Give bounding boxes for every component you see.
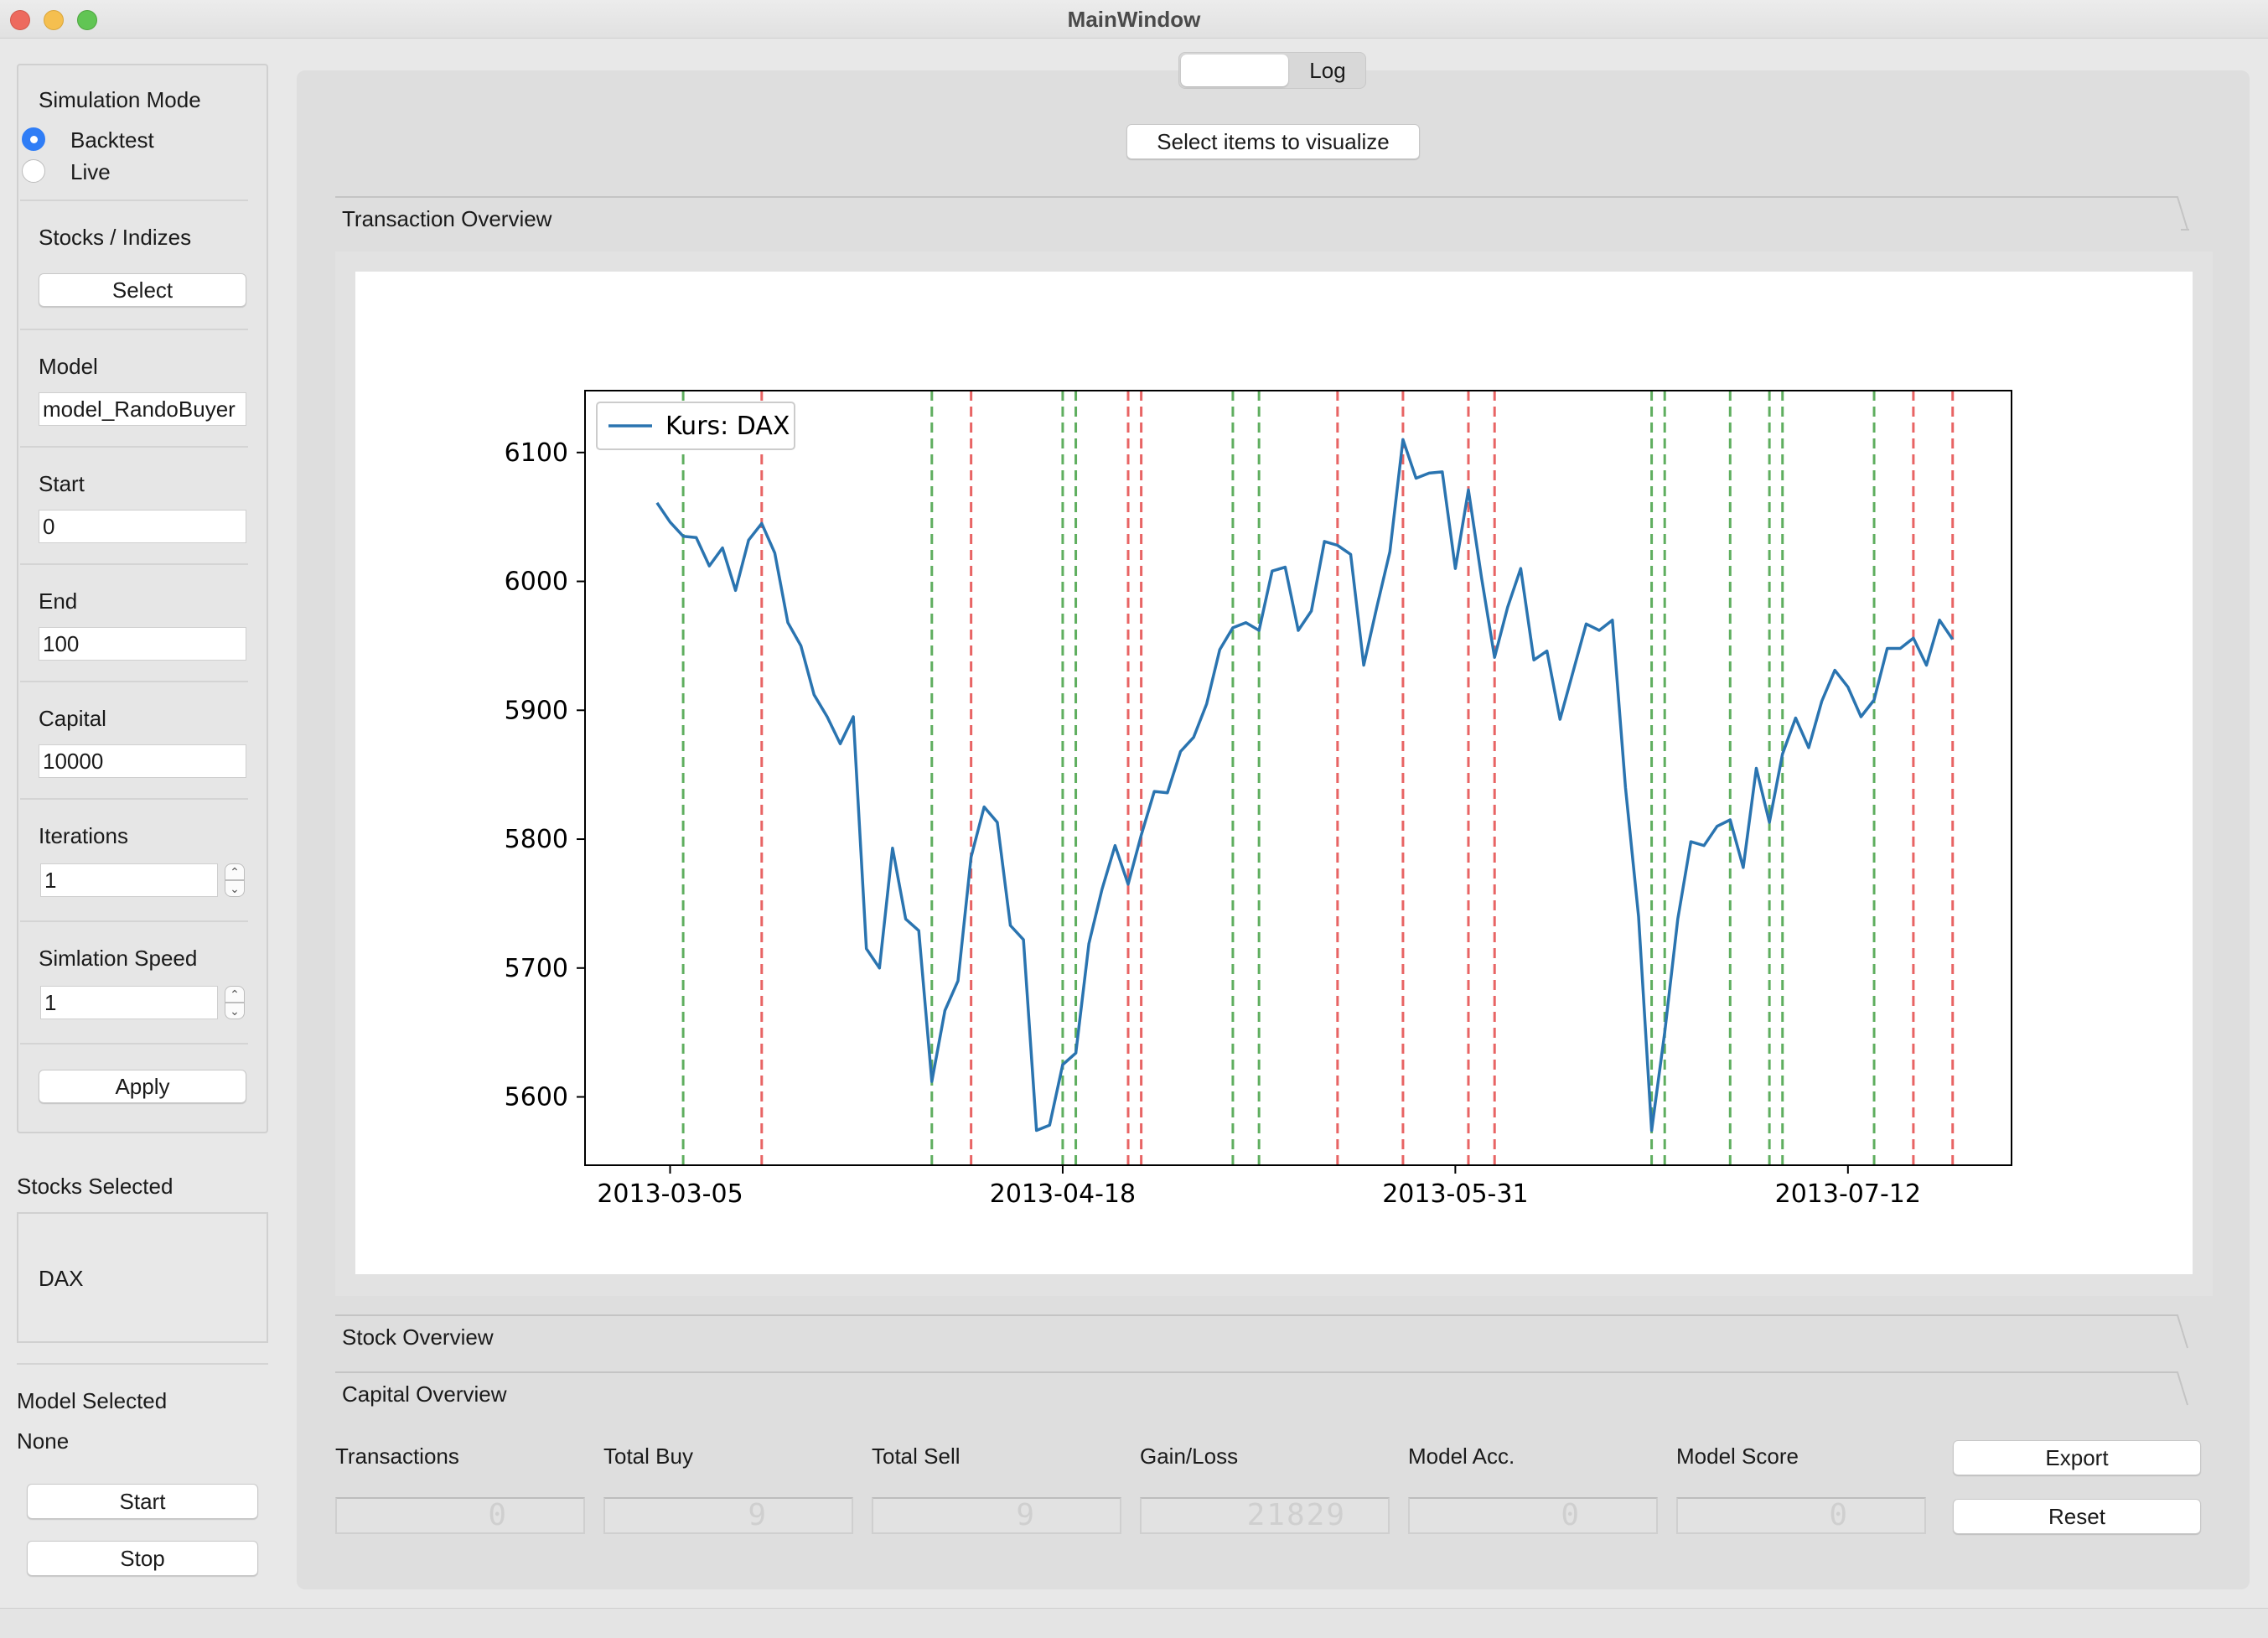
tab-active[interactable]	[1181, 54, 1288, 86]
y-tick-label: 6100	[505, 438, 568, 468]
title-bar: MainWindow	[0, 0, 2268, 39]
total-sell-label: Total Sell	[872, 1444, 961, 1469]
divider	[335, 1314, 2149, 1316]
list-item[interactable]: DAX	[39, 1266, 83, 1292]
model-selected-value: None	[17, 1428, 70, 1454]
chevron-down-icon[interactable]: ⌄	[225, 1003, 245, 1019]
section-corner	[2147, 196, 2189, 231]
chevron-up-icon[interactable]: ⌃	[225, 863, 245, 880]
iterations-field[interactable]: 1	[40, 863, 218, 897]
y-tick-label: 5800	[505, 825, 568, 854]
start-simulation-button[interactable]: Start	[27, 1484, 258, 1519]
section-corner	[2147, 1314, 2188, 1349]
reset-button[interactable]: Reset	[1953, 1499, 2201, 1534]
start-field[interactable]: 0	[39, 510, 246, 543]
simulation-mode-label: Simulation Mode	[39, 87, 201, 112]
model-score-display: 0	[1676, 1497, 1926, 1534]
transactions-label: Transactions	[335, 1444, 459, 1469]
y-tick-label: 5900	[505, 696, 568, 725]
model-score-label: Model Score	[1676, 1444, 1799, 1469]
x-tick-label: 2013-07-12	[1775, 1179, 1921, 1209]
start-label: Start	[39, 471, 85, 496]
divider	[335, 1371, 2149, 1373]
transaction-overview-header[interactable]: Transaction Overview	[335, 196, 2213, 235]
tab-log[interactable]: Log	[1290, 53, 1365, 88]
stock-overview-title: Stock Overview	[342, 1324, 494, 1350]
total-buy-display: 9	[603, 1497, 853, 1534]
gain-loss-label: Gain/Loss	[1140, 1444, 1239, 1469]
stock-overview-header[interactable]: Stock Overview	[335, 1314, 2213, 1353]
capital-field[interactable]: 10000	[39, 744, 246, 778]
status-bar	[0, 1608, 2268, 1638]
x-tick-label: 2013-04-18	[990, 1179, 1136, 1209]
total-buy-label: Total Buy	[603, 1444, 693, 1469]
divider	[20, 681, 248, 682]
iterations-stepper[interactable]: ⌃ ⌄	[225, 863, 245, 899]
section-corner	[2147, 1371, 2188, 1406]
stocks-selected-list[interactable]: DAX	[17, 1212, 268, 1343]
model-label: Model	[39, 354, 98, 379]
divider	[17, 1363, 268, 1365]
divider	[20, 563, 248, 565]
divider	[20, 200, 248, 201]
backtest-radio-label[interactable]: Backtest	[70, 127, 154, 153]
capital-label: Capital	[39, 706, 106, 731]
chevron-down-icon[interactable]: ⌄	[225, 880, 245, 897]
chart-canvas: 5600 5700 5800 5900 6000 6100 2013-03-05 2013-0…	[355, 272, 2193, 1274]
end-label: End	[39, 588, 78, 614]
iterations-label: Iterations	[39, 823, 128, 848]
export-button[interactable]: Export	[1953, 1440, 2201, 1475]
stop-simulation-button[interactable]: Stop	[27, 1541, 258, 1576]
y-tick-label: 5600	[505, 1083, 568, 1112]
divider	[335, 196, 2149, 198]
legend-label: Kurs: DAX	[665, 412, 790, 441]
divider	[20, 329, 248, 330]
apply-button[interactable]: Apply	[39, 1070, 246, 1103]
capital-overview-title: Capital Overview	[342, 1381, 507, 1407]
simulation-speed-field[interactable]: 1	[40, 986, 218, 1019]
transactions-display: 0	[335, 1497, 585, 1534]
backtest-radio[interactable]	[22, 127, 45, 151]
transaction-overview-title: Transaction Overview	[342, 206, 552, 231]
chevron-up-icon[interactable]: ⌃	[225, 986, 245, 1003]
stocks-label: Stocks / Indizes	[39, 225, 192, 250]
transaction-chart: 5600 5700 5800 5900 6000 6100 2013-03-05 2013-0…	[505, 390, 2012, 1209]
y-tick-label: 6000	[505, 568, 568, 597]
divider	[20, 446, 248, 448]
simulation-speed-label: Simlation Speed	[39, 946, 198, 971]
total-sell-display: 9	[872, 1497, 1121, 1534]
model-acc-label: Model Acc.	[1408, 1444, 1515, 1469]
divider	[20, 1043, 248, 1044]
live-radio-label[interactable]: Live	[70, 159, 111, 185]
price-line	[655, 438, 1955, 1133]
window-title: MainWindow	[1067, 7, 1201, 32]
gain-loss-display: 21829	[1140, 1497, 1390, 1534]
plot-frame	[584, 390, 2012, 1166]
select-items-to-visualize-button[interactable]: Select items to visualize	[1126, 124, 1420, 159]
divider	[20, 798, 248, 800]
model-selected-label: Model Selected	[17, 1388, 168, 1413]
stocks-selected-label: Stocks Selected	[17, 1174, 173, 1199]
capital-overview-header[interactable]: Capital Overview	[335, 1371, 2213, 1410]
x-tick-label: 2013-03-05	[597, 1179, 743, 1209]
divider	[20, 920, 248, 922]
model-acc-display: 0	[1408, 1497, 1658, 1534]
x-tick-label: 2013-05-31	[1382, 1179, 1528, 1209]
y-tick-label: 5700	[505, 954, 568, 983]
tab-bar: Log	[1178, 52, 1366, 89]
select-stocks-button[interactable]: Select	[39, 273, 246, 307]
end-field[interactable]: 100	[39, 627, 246, 661]
simulation-speed-stepper[interactable]: ⌃ ⌄	[225, 986, 245, 1021]
live-radio[interactable]	[22, 159, 45, 183]
model-field[interactable]: model_RandoBuyer	[39, 392, 246, 426]
